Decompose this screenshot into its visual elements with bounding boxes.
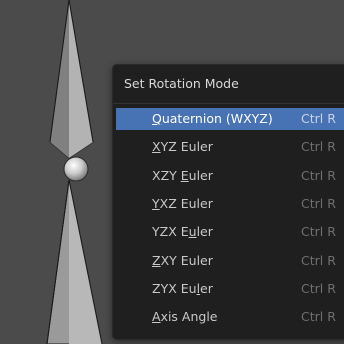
menu-item-label: YZX Euler: [152, 224, 213, 239]
menu-item-label: ZXY Euler: [152, 253, 213, 268]
menu-item-label: XZY Euler: [152, 168, 213, 183]
menu-item-shortcut: Ctrl R: [301, 224, 336, 239]
menu-item-zyx-euler[interactable]: ZYX Euler Ctrl R: [116, 278, 344, 300]
menu-item-shortcut: Ctrl R: [301, 111, 336, 126]
menu-item-label: Axis Angle: [152, 309, 218, 324]
menu-item-xzy-euler[interactable]: XZY Euler Ctrl R: [116, 165, 344, 187]
menu-item-quaternion[interactable]: Quaternion (WXYZ) Ctrl R: [116, 108, 344, 130]
menu-item-shortcut: Ctrl R: [301, 168, 336, 183]
menu-item-label: XYZ Euler: [152, 139, 213, 154]
menu-item-yxz-euler[interactable]: YXZ Euler Ctrl R: [116, 193, 344, 215]
menu-item-shortcut: Ctrl R: [301, 281, 336, 296]
menu-item-axis-angle[interactable]: Axis Angle Ctrl R: [116, 306, 344, 328]
menu-item-xyz-euler[interactable]: XYZ Euler Ctrl R: [116, 136, 344, 158]
menu-item-yzx-euler[interactable]: YZX Euler Ctrl R: [116, 221, 344, 243]
menu-item-label: Quaternion (WXYZ): [152, 111, 273, 126]
set-rotation-mode-menu: Set Rotation Mode Quaternion (WXYZ) Ctrl …: [112, 64, 344, 340]
menu-title: Set Rotation Mode: [124, 76, 239, 91]
menu-item-label: YXZ Euler: [152, 196, 213, 211]
menu-item-shortcut: Ctrl R: [301, 309, 336, 324]
menu-item-zxy-euler[interactable]: ZXY Euler Ctrl R: [116, 250, 344, 272]
menu-item-label: ZYX Euler: [152, 281, 213, 296]
menu-item-shortcut: Ctrl R: [301, 253, 336, 268]
menu-item-shortcut: Ctrl R: [301, 196, 336, 211]
bone-joint-sphere: [63, 156, 89, 182]
menu-item-shortcut: Ctrl R: [301, 139, 336, 154]
menu-separator: [113, 103, 344, 104]
